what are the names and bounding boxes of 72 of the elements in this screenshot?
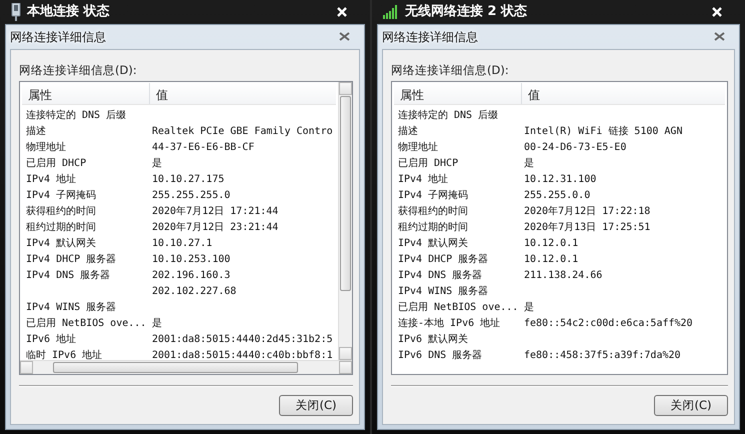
property-name: 租约过期的时间 <box>26 222 96 233</box>
window-title: 无线网络连接 2 状态 <box>405 2 528 22</box>
close-dialog-button[interactable]: 关闭(C) <box>654 395 728 416</box>
property-value: 是 <box>523 301 534 315</box>
property-name: 描述 <box>26 126 46 137</box>
dialog-title: 网络连接详细信息 <box>10 28 106 46</box>
property-name: 已启用 DHCP <box>26 158 86 169</box>
property-value: 10.12.0.1 <box>523 253 578 267</box>
column-header[interactable]: 属性 <box>22 83 150 104</box>
property-value: 10.10.253.100 <box>151 253 230 267</box>
property-name: IPv4 地址 <box>26 174 76 185</box>
property-name: IPv4 默认网关 <box>26 238 96 249</box>
property-name: IPv4 子网掩码 <box>26 190 96 201</box>
property-value: 10.10.27.1 <box>151 237 212 251</box>
property-name: IPv4 WINS 服务器 <box>26 302 116 313</box>
property-value: 10.12.0.1 <box>523 237 578 251</box>
property-value: 2020年7月12日 23:21:44 <box>151 221 278 235</box>
property-name: 物理地址 <box>398 142 438 153</box>
property-value: 44-37-E6-E6-BB-CF <box>151 141 254 155</box>
horizontal-scrollbar[interactable] <box>20 360 352 374</box>
property-name: IPv6 默认网关 <box>398 334 468 345</box>
property-name: 临时 IPv6 地址 <box>26 350 102 360</box>
property-name: 连接特定的 DNS 后缀 <box>26 110 126 121</box>
property-name: IPv4 DHCP 服务器 <box>26 254 116 265</box>
property-name: IPv6 地址 <box>26 334 76 345</box>
list-label: 网络连接详细信息(D): <box>19 62 138 79</box>
property-value: 是 <box>151 317 162 331</box>
property-name: IPv4 DNS 服务器 <box>26 270 110 281</box>
property-name: 租约过期的时间 <box>398 222 468 233</box>
property-value: 2020年7月12日 17:21:44 <box>151 205 278 219</box>
property-value: 211.138.24.66 <box>523 269 602 283</box>
property-name: IPv4 WINS 服务器 <box>398 286 488 297</box>
property-name: 已启用 NetBIOS ove... <box>398 302 518 313</box>
list-label: 网络连接详细信息(D): <box>391 62 510 79</box>
property-value: 202.102.227.68 <box>151 285 236 299</box>
property-value: 255.255.0.0 <box>523 189 590 203</box>
vertical-scrollbar[interactable] <box>338 82 352 360</box>
property-name: 获得租约的时间 <box>398 206 468 217</box>
property-value: 是 <box>523 157 534 171</box>
property-value: fe80::458:37f5:a39f:7da%20 <box>523 349 681 363</box>
property-name: 描述 <box>398 126 418 137</box>
column-header[interactable]: 属性 <box>394 83 522 104</box>
signal-bars-icon <box>383 4 399 19</box>
plug-icon <box>11 2 21 21</box>
property-value: Realtek PCIe GBE Family Contro <box>151 125 333 139</box>
property-name: 已启用 NetBIOS ove... <box>26 318 146 329</box>
property-value: 2001:da8:5015:4440:c40b:bbf8:1 <box>151 349 333 360</box>
property-value: 2001:da8:5015:4440:2d45:31b2:5 <box>151 333 333 347</box>
property-value: 是 <box>151 157 162 171</box>
property-value: 10.12.31.100 <box>523 173 596 187</box>
property-name: IPv4 默认网关 <box>398 238 468 249</box>
window-title: 本地连接 状态 <box>27 2 110 22</box>
dialog-title: 网络连接详细信息 <box>382 28 478 46</box>
property-value: 255.255.255.0 <box>151 189 230 203</box>
property-name: IPv4 DHCP 服务器 <box>398 254 488 265</box>
property-value: 202.196.160.3 <box>151 269 230 283</box>
property-value: 2020年7月12日 17:22:18 <box>523 205 650 219</box>
property-name: IPv4 地址 <box>398 174 448 185</box>
property-name: IPv6 DNS 服务器 <box>398 350 482 361</box>
property-value: 10.10.27.175 <box>151 173 224 187</box>
property-name: 获得租约的时间 <box>26 206 96 217</box>
property-name: 连接特定的 DNS 后缀 <box>398 110 498 121</box>
property-name: IPv4 DNS 服务器 <box>398 270 482 281</box>
close-dialog-button[interactable]: 关闭(C) <box>279 395 353 416</box>
property-value: Intel(R) WiFi 链接 5100 AGN <box>523 124 682 139</box>
property-value: 2020年7月13日 17:25:51 <box>523 221 650 235</box>
property-name: 已启用 DHCP <box>398 158 458 169</box>
property-value: fe80::54c2:c00d:e6ca:5aff%20 <box>523 317 693 331</box>
property-name: 物理地址 <box>26 142 66 153</box>
property-name: IPv4 子网掩码 <box>398 190 468 201</box>
property-value: 00-24-D6-73-E5-E0 <box>523 141 626 155</box>
property-name: 连接-本地 IPv6 地址 <box>398 318 500 329</box>
